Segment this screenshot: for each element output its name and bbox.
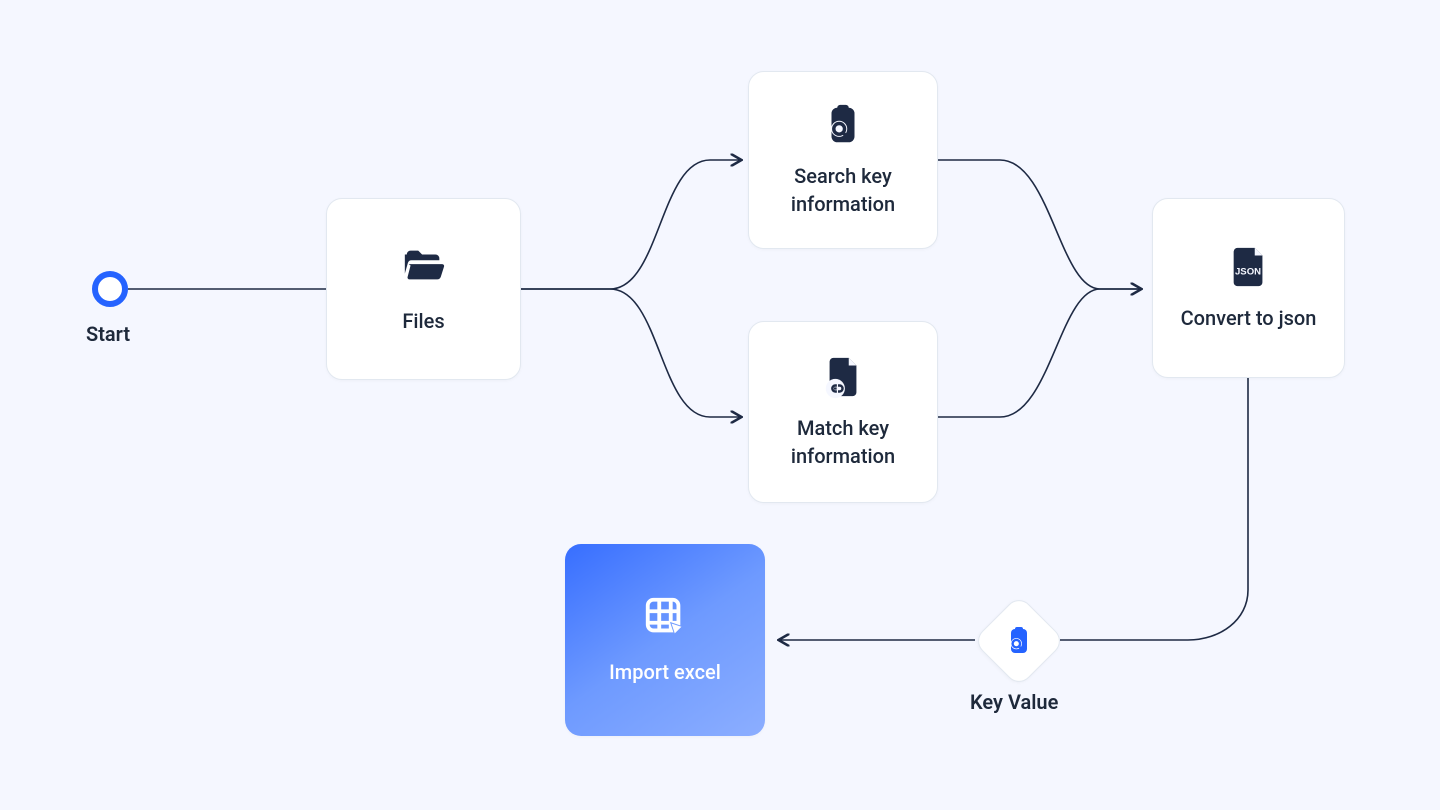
flow-canvas: Start Files Search key information Match… bbox=[0, 0, 1440, 810]
start-node[interactable] bbox=[92, 271, 128, 307]
node-files-label: Files bbox=[402, 307, 444, 335]
node-import[interactable]: Import excel bbox=[565, 544, 765, 736]
file-json-icon: JSON bbox=[1226, 244, 1272, 290]
start-label: Start bbox=[86, 322, 130, 346]
decision-keyvalue-label: Key Value bbox=[970, 690, 1058, 714]
decision-keyvalue[interactable] bbox=[972, 594, 1065, 687]
node-convert-label: Convert to json bbox=[1181, 304, 1317, 332]
node-match[interactable]: Match key information bbox=[748, 321, 938, 503]
file-link-icon bbox=[820, 354, 866, 400]
clipboard-search-icon bbox=[820, 102, 866, 148]
node-match-label: Match key information bbox=[767, 414, 919, 470]
grid-edit-icon bbox=[642, 594, 688, 640]
node-import-label: Import excel bbox=[609, 658, 721, 686]
clipboard-search-icon-accent bbox=[1003, 625, 1035, 657]
node-convert[interactable]: JSON Convert to json bbox=[1152, 198, 1345, 378]
node-search[interactable]: Search key information bbox=[748, 71, 938, 249]
folder-open-icon bbox=[401, 243, 447, 289]
svg-text:JSON: JSON bbox=[1234, 267, 1260, 278]
node-files[interactable]: Files bbox=[326, 198, 521, 380]
node-search-label: Search key information bbox=[767, 162, 919, 218]
